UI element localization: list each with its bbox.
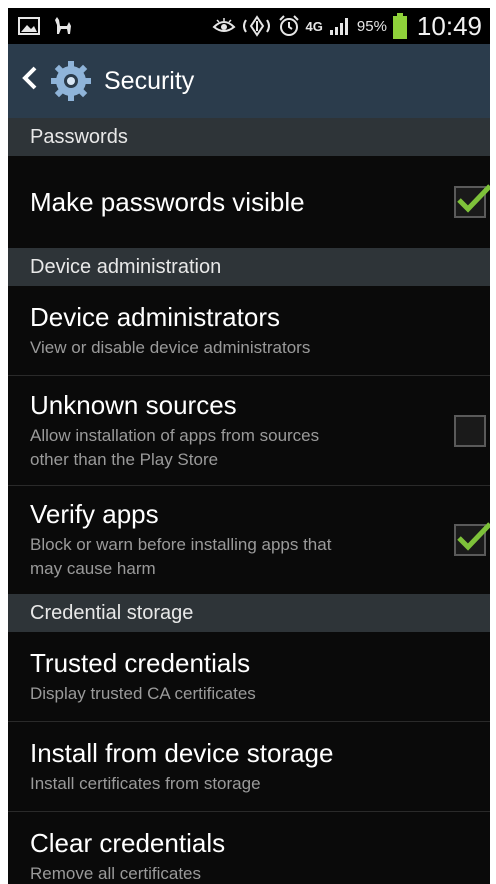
trusted-credentials-row[interactable]: Trusted credentials Display trusted CA c…: [8, 632, 490, 722]
device-administrators-subtitle: View or disable device administrators: [30, 337, 311, 357]
make-passwords-visible-title: Make passwords visible: [30, 187, 305, 217]
clear-credentials-subtitle: Remove all certificates: [30, 864, 202, 883]
section-header-passwords: Passwords: [8, 118, 490, 156]
install-from-device-storage-row[interactable]: Install from device storage Install cert…: [8, 722, 490, 812]
settings-gear-icon[interactable]: [48, 58, 94, 104]
action-bar: Security: [8, 44, 490, 118]
gallery-icon: [18, 16, 40, 36]
alarm-icon: [278, 15, 300, 37]
clear-credentials-row[interactable]: Clear credentials Remove all certificate…: [8, 812, 490, 884]
battery-icon: [392, 13, 407, 39]
battery-percent: 95%: [356, 17, 387, 35]
trusted-credentials-title: Trusted credentials: [30, 647, 251, 678]
status-bar: 4G 95% 10:49: [8, 8, 490, 44]
make-passwords-visible-row[interactable]: Make passwords visible: [8, 156, 490, 248]
phone-screen: 4G 95% 10:49 Security Passwords Make pas…: [8, 8, 490, 884]
unknown-sources-subtitle-line2: other than the Play Store: [30, 449, 219, 469]
unknown-sources-checkbox[interactable]: [454, 414, 486, 447]
signal-icon: [329, 16, 351, 36]
verify-apps-checkbox[interactable]: [454, 522, 490, 556]
verify-apps-title: Verify apps: [30, 499, 159, 529]
back-chevron-icon[interactable]: [18, 65, 42, 97]
unknown-sources-subtitle-line1: Allow installation of apps from sources: [30, 425, 320, 445]
clear-credentials-title: Clear credentials: [30, 828, 226, 858]
install-from-device-storage-subtitle: Install certificates from storage: [30, 773, 261, 793]
unknown-sources-row[interactable]: Unknown sources Allow installation of ap…: [8, 376, 490, 486]
device-administrators-title: Device administrators: [30, 301, 280, 332]
verify-apps-row[interactable]: Verify apps Block or warn before install…: [8, 486, 490, 594]
install-from-device-storage-title: Install from device storage: [30, 737, 334, 768]
page-title: Security: [104, 66, 195, 95]
nfc-icon: [242, 15, 272, 37]
verify-apps-subtitle-line2: may cause harm: [30, 559, 156, 578]
make-passwords-visible-checkbox[interactable]: [454, 184, 490, 218]
unknown-sources-title: Unknown sources: [30, 389, 237, 420]
trusted-credentials-subtitle: Display trusted CA certificates: [30, 683, 256, 703]
cat-icon: [52, 16, 74, 36]
section-header-device-administration: Device administration: [8, 248, 490, 286]
section-header-credential-storage: Credential storage: [8, 594, 490, 632]
eye-icon: [212, 17, 236, 35]
network-4g-icon: 4G: [305, 18, 323, 34]
verify-apps-subtitle-line1: Block or warn before installing apps tha…: [30, 535, 332, 554]
device-administrators-row[interactable]: Device administrators View or disable de…: [8, 286, 490, 376]
clock-time: 10:49: [416, 10, 482, 41]
